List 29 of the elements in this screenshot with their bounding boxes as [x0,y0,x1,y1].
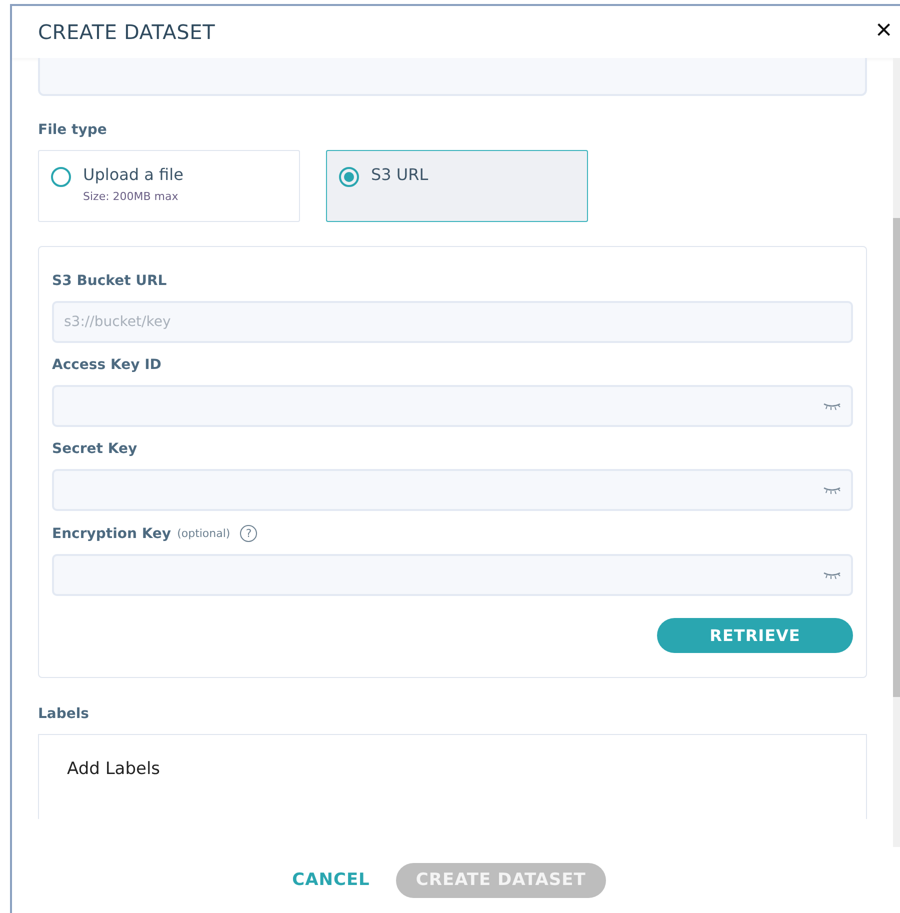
optional-note: (optional) [177,527,230,540]
closed-eye-icon[interactable] [823,402,841,410]
input-field[interactable]: s3://bucket/key [52,301,853,343]
field-label: S3 Bucket URL [52,273,167,289]
closed-eye-icon[interactable] [823,571,841,579]
scrollbar[interactable] [893,58,900,847]
option-label: S3 URL [371,165,428,184]
option-label: Upload a file [83,165,184,184]
closed-eye-icon[interactable] [823,486,841,494]
labels-label: Labels [38,706,90,722]
input-field[interactable] [52,554,853,596]
file-type-label: File type [38,122,108,138]
file-type-option[interactable]: S3 URL [326,150,588,222]
retrieve-button[interactable]: RETRIEVE [657,618,853,653]
close-button[interactable]: × [876,16,892,48]
field-label: Access Key ID [52,357,162,373]
text-area[interactable] [38,58,867,96]
radio-icon [51,167,71,187]
input-field[interactable] [52,385,853,427]
option-note: Size: 200MB max [83,190,180,203]
radio-icon [339,167,359,187]
file-type-option[interactable]: Upload a file Size: 200MB max [38,150,300,222]
field-label: Secret Key [52,441,138,457]
add-labels-heading: Add Labels [67,759,160,779]
input-field[interactable] [52,469,853,511]
cancel-button[interactable]: CANCEL [286,869,376,891]
help-icon[interactable]: ? [240,525,258,542]
field-label: Encryption Key [52,526,172,542]
dialog-title: CREATE DATASET [38,20,216,44]
